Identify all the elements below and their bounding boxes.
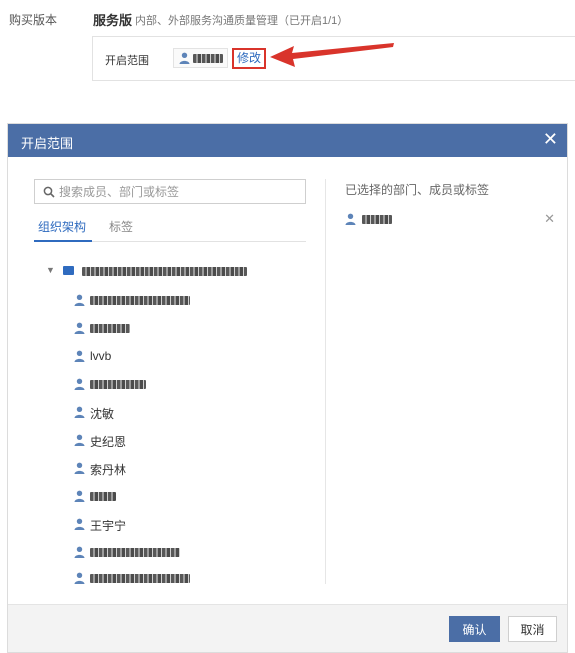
person-icon xyxy=(74,572,85,584)
search-icon xyxy=(43,186,55,198)
org-tree: ▼ lvvb 沈敏 史纪恩 索丹林 王宇宁 xyxy=(8,256,318,586)
member-name: lvvb xyxy=(90,349,112,363)
blurred-member-name xyxy=(90,324,130,333)
person-icon xyxy=(74,350,85,362)
version-name: 服务版 xyxy=(93,13,133,28)
person-icon xyxy=(74,322,85,334)
panel-divider xyxy=(325,179,326,584)
person-icon xyxy=(74,294,85,306)
blurred-member-name xyxy=(90,548,180,557)
person-icon xyxy=(74,434,85,446)
person-icon xyxy=(74,378,85,390)
folder-icon xyxy=(63,266,74,275)
tab-tags[interactable]: 标签 xyxy=(109,218,133,235)
selected-title: 已选择的部门、成员或标签 xyxy=(345,183,490,197)
search-input[interactable] xyxy=(59,183,299,200)
caret-down-icon[interactable]: ▼ xyxy=(46,265,55,275)
person-icon xyxy=(74,490,85,502)
blurred-member-name xyxy=(193,54,223,63)
dialog-title: 开启范围 xyxy=(21,136,74,151)
search-box xyxy=(34,179,306,204)
person-icon xyxy=(74,462,85,474)
member-name: 索丹林 xyxy=(90,463,127,477)
person-icon xyxy=(345,213,356,225)
blurred-member-name xyxy=(90,380,146,389)
active-tab-indicator xyxy=(34,240,92,242)
scope-dialog: 开启范围 ✕ 组织架构 标签 ▼ lvvb xyxy=(7,123,568,653)
purchase-panel: 购买版本 服务版 内部、外部服务沟通质量管理（已开启1/1） 开启范围 修改 xyxy=(0,0,575,100)
member-name: 史纪恩 xyxy=(90,435,127,449)
member-name: 沈敏 xyxy=(90,407,115,421)
person-icon xyxy=(179,52,190,64)
member-name: 王宇宁 xyxy=(90,519,127,533)
blurred-member-name xyxy=(362,215,392,224)
scope-member-chip xyxy=(173,48,228,68)
dialog-footer: 确认 取消 xyxy=(8,604,567,652)
remove-selected-icon[interactable]: ✕ xyxy=(544,211,555,227)
blurred-department-name xyxy=(82,267,247,276)
modify-button[interactable]: 修改 xyxy=(232,48,267,69)
person-icon xyxy=(74,406,85,418)
scope-label: 开启范围 xyxy=(105,55,149,67)
dialog-header: 开启范围 ✕ xyxy=(8,124,567,157)
confirm-button[interactable]: 确认 xyxy=(449,616,500,642)
blurred-member-name xyxy=(90,492,116,501)
tab-org-structure[interactable]: 组织架构 xyxy=(38,218,86,235)
blurred-member-name xyxy=(90,296,190,305)
selected-item: ✕ xyxy=(345,211,555,230)
arrow-left-icon xyxy=(270,43,394,67)
person-icon xyxy=(74,518,85,530)
close-icon[interactable]: ✕ xyxy=(543,129,558,149)
purchase-version-label: 购买版本 xyxy=(9,13,58,27)
person-icon xyxy=(74,546,85,558)
cancel-button[interactable]: 取消 xyxy=(508,616,557,642)
blurred-member-name xyxy=(90,574,190,583)
version-description: 内部、外部服务沟通质量管理（已开启1/1） xyxy=(135,15,349,27)
